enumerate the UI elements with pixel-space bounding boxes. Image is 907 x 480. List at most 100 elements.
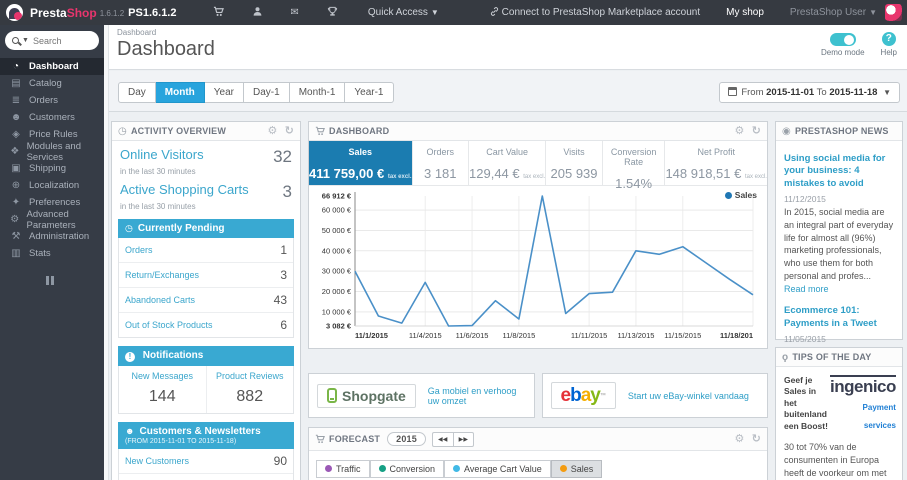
trophy-icon[interactable] bbox=[327, 6, 338, 19]
range-year-1-button[interactable]: Year-1 bbox=[345, 82, 394, 103]
sidebar-item-advanced-parameters[interactable]: ⚙ Advanced Parameters bbox=[0, 209, 104, 231]
chevron-down-icon: ▼ bbox=[883, 88, 891, 97]
gear-icon[interactable]: ⚙ bbox=[735, 433, 745, 445]
product-reviews-link[interactable]: Product Reviews bbox=[209, 371, 292, 381]
globe-icon: ⊕ bbox=[11, 180, 21, 191]
new-customers-row: New Customers 90 bbox=[119, 449, 293, 474]
sidebar-item-orders[interactable]: ≣ Orders bbox=[0, 92, 104, 109]
sales-chart-area: 66 912 € 60 000 € 50 000 € 40 000 € 30 000 €… bbox=[309, 186, 767, 349]
search-input[interactable] bbox=[32, 35, 88, 46]
sidebar-item-localization[interactable]: ⊕ Localization bbox=[0, 177, 104, 194]
sidebar-item-catalog[interactable]: ▤ Catalog bbox=[0, 75, 104, 92]
demo-mode-toggle[interactable] bbox=[829, 33, 856, 46]
quick-access-menu[interactable]: Quick Access ▼ bbox=[368, 7, 439, 18]
help-icon[interactable]: ? bbox=[881, 32, 896, 46]
sidebar-item-customers[interactable]: ☻ Customers bbox=[0, 109, 104, 126]
date-filter-bar: Day Month Year Day-1 Month-1 Year-1 From… bbox=[109, 71, 907, 112]
shopgate-link[interactable]: Ga mobiel en verhoog uw omzet bbox=[428, 386, 526, 406]
date-range-picker[interactable]: From 2015-11-01 To 2015-11-18 ▼ bbox=[719, 82, 900, 103]
link-icon bbox=[490, 7, 499, 16]
news-item-title[interactable]: Using social media for your business: 4 … bbox=[784, 153, 894, 190]
customers-icon[interactable] bbox=[252, 6, 263, 19]
svg-text:11/1/2015: 11/1/2015 bbox=[355, 331, 388, 340]
kpi-sales[interactable]: Sales 411 759,00 € tax excl. bbox=[309, 141, 413, 185]
activity-overview-panel: ◷ ACTIVITY OVERVIEW ⚙ ↻ Online Visitors … bbox=[111, 121, 301, 480]
sales-line-chart: 66 912 € 60 000 € 50 000 € 40 000 € 30 000 €… bbox=[322, 192, 754, 340]
module-ads-row: Shopgate Ga mobiel en verhoog uw omzet e… bbox=[308, 373, 768, 418]
range-day-1-button[interactable]: Day-1 bbox=[244, 82, 290, 103]
legend-traffic-button[interactable]: Traffic bbox=[316, 460, 370, 478]
cogs-icon: ⚙ bbox=[10, 214, 20, 225]
new-messages-link[interactable]: New Messages bbox=[121, 371, 204, 381]
clock-icon: ◷ bbox=[125, 223, 133, 233]
messages-icon[interactable]: ✉ bbox=[291, 7, 299, 18]
refresh-icon[interactable]: ↻ bbox=[285, 125, 294, 137]
kpi-visits[interactable]: Visits 205 939 bbox=[546, 141, 603, 185]
kpi-conversion-rate[interactable]: Conversion Rate 1.54% bbox=[603, 141, 666, 191]
breadcrumb[interactable]: Dashboard bbox=[117, 28, 156, 37]
legend-dot-icon bbox=[724, 192, 732, 199]
gear-icon[interactable]: ⚙ bbox=[268, 125, 278, 137]
forecast-panel: FORECAST 2015 ◀◀ ▶▶ ⚙ ↻ Traffic Conversi… bbox=[308, 427, 768, 480]
range-month-button[interactable]: Month bbox=[155, 82, 205, 103]
svg-text:11/6/2015: 11/6/2015 bbox=[456, 331, 489, 340]
kpi-net-profit[interactable]: Net Profit 148 918,51 € tax excl. bbox=[665, 141, 767, 185]
ebay-module: ebay ™ Start uw eBay-winkel vandaag bbox=[541, 373, 768, 418]
chevron-down-icon: ▼ bbox=[430, 8, 439, 17]
kpi-orders[interactable]: Orders 3 181 bbox=[413, 141, 470, 185]
sidebar-item-modules[interactable]: ❖ Modules and Services bbox=[0, 141, 104, 163]
legend-conversion-button[interactable]: Conversion bbox=[369, 460, 445, 478]
demo-mode-label: Demo mode bbox=[820, 48, 865, 57]
prestashop-logo-icon bbox=[6, 4, 23, 21]
previous-year-button[interactable]: ◀◀ bbox=[431, 431, 453, 447]
sidebar-item-shipping[interactable]: ▣ Shipping bbox=[0, 160, 104, 177]
svg-text:66 912 €: 66 912 € bbox=[322, 192, 352, 201]
ebay-link[interactable]: Start uw eBay-winkel vandaag bbox=[628, 391, 749, 401]
next-year-button[interactable]: ▶▶ bbox=[452, 431, 475, 447]
refresh-icon[interactable]: ↻ bbox=[752, 125, 761, 137]
news-panel-title: PRESTASHOP NEWS bbox=[794, 126, 889, 136]
cart-icon[interactable] bbox=[213, 6, 224, 19]
help-control: ? Help bbox=[881, 31, 897, 57]
legend-sales-button[interactable]: Sales bbox=[550, 460, 603, 478]
bulb-icon: ϙ bbox=[782, 351, 789, 363]
scrollbar[interactable] bbox=[104, 25, 109, 480]
marketplace-link[interactable]: Connect to PrestaShop Marketplace accoun… bbox=[490, 7, 700, 18]
sidebar-item-dashboard[interactable]: ◔ Dashboard bbox=[0, 58, 104, 75]
my-shop-link[interactable]: My shop bbox=[726, 7, 764, 18]
range-day-button[interactable]: Day bbox=[118, 82, 156, 103]
sidebar-collapse-button[interactable] bbox=[46, 276, 58, 285]
gear-icon[interactable]: ⚙ bbox=[735, 125, 745, 137]
news-item-title[interactable]: Ecommerce 101: Payments in a Tweet bbox=[784, 305, 894, 330]
legend-dot-icon bbox=[378, 465, 386, 472]
active-carts-link[interactable]: Active Shopping Carts bbox=[120, 182, 249, 197]
user-avatar[interactable] bbox=[885, 4, 902, 21]
chart-legend-sales[interactable]: Sales bbox=[724, 190, 757, 200]
range-year-button[interactable]: Year bbox=[204, 82, 245, 103]
forecast-year[interactable]: 2015 bbox=[387, 432, 426, 446]
list-icon: ≣ bbox=[11, 95, 21, 106]
sidebar-item-administration[interactable]: ⚒ Administration bbox=[0, 228, 104, 245]
page-header: Dashboard Dashboard Demo mode ? Help bbox=[109, 25, 907, 70]
kpi-cart-value[interactable]: Cart Value 129,44 € tax excl. bbox=[469, 141, 547, 185]
legend-dot-icon bbox=[453, 465, 461, 472]
sidebar-item-stats[interactable]: ▥ Stats bbox=[0, 245, 104, 262]
tips-body-text: 30 tot 70% van de consumenten in Europa … bbox=[784, 442, 887, 479]
read-more-link[interactable]: Read more bbox=[784, 284, 829, 294]
notifications-header: ! Notifications bbox=[118, 346, 294, 366]
news-item: Using social media for your business: 4 … bbox=[784, 153, 894, 295]
kpi-row: Sales 411 759,00 € tax excl. Orders 3 181 … bbox=[309, 141, 767, 191]
range-month-1-button[interactable]: Month-1 bbox=[289, 82, 346, 103]
truck-icon: ▣ bbox=[11, 163, 21, 174]
phone-icon bbox=[327, 388, 337, 403]
sidebar-search[interactable]: ▼ bbox=[5, 31, 99, 50]
legend-average-cart-value-button[interactable]: Average Cart Value bbox=[444, 460, 551, 478]
svg-text:3 082 €: 3 082 € bbox=[326, 322, 352, 331]
brand-version: 1.6.1.2 bbox=[99, 9, 125, 18]
users-icon: ☻ bbox=[10, 112, 22, 123]
online-visitors-link[interactable]: Online Visitors bbox=[120, 147, 204, 162]
refresh-icon[interactable]: ↻ bbox=[752, 433, 761, 445]
new-subscriptions-row: New Subscriptions18 bbox=[119, 474, 293, 480]
user-menu[interactable]: PrestaShop User ▼ bbox=[790, 7, 877, 18]
pending-row-out-of-stock: Out of Stock Products 6 bbox=[125, 318, 287, 332]
